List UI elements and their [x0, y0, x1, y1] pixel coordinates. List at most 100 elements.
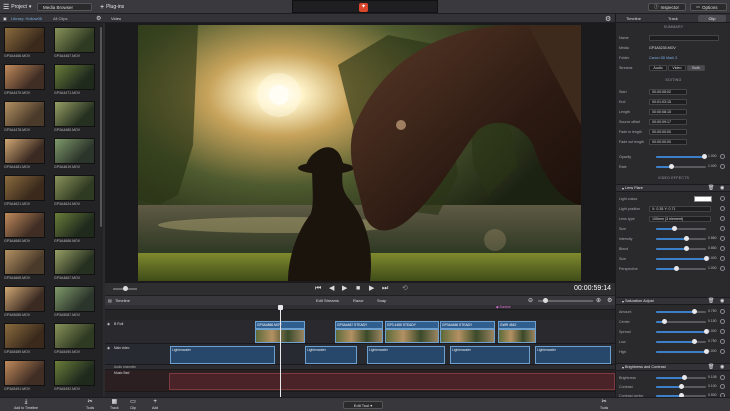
timecode-field[interactable]: 00:00:09:17: [649, 118, 687, 125]
clip-item[interactable]: GP3A4667.MOV: [54, 249, 95, 280]
saturation-row-slider[interactable]: [656, 349, 709, 354]
timeline-clip[interactable]: Lightenwater: [367, 346, 445, 364]
saturation-row-slider[interactable]: [656, 339, 706, 344]
brightness-row-slider[interactable]: [656, 384, 706, 389]
viewer-settings-icon[interactable]: ⚙: [605, 15, 611, 23]
clip-item[interactable]: GP3A4466.MOV: [4, 27, 45, 58]
trash-icon[interactable]: 🗑: [708, 185, 714, 191]
clip-item[interactable]: GP3A5087.MOV: [54, 286, 95, 317]
timeline-clip[interactable]: Lightenwater: [170, 346, 275, 364]
project-button[interactable]: ☰ Project ▾: [3, 2, 31, 12]
saturation-row-slider[interactable]: [656, 329, 709, 334]
library-path[interactable]: Library: Hollow08: [11, 16, 42, 21]
eye-icon[interactable]: ◉: [107, 322, 110, 326]
trash-icon[interactable]: 🗑: [708, 298, 714, 304]
plugins-button[interactable]: + Plug-ins: [100, 2, 124, 12]
stream-option[interactable]: Audio: [649, 64, 667, 71]
track-button[interactable]: ▦ Track: [110, 399, 119, 410]
add-to-timeline-button[interactable]: ⤓ Add to Timeline: [14, 399, 38, 410]
go-to-end-icon[interactable]: ⏭: [382, 285, 388, 293]
clip-item[interactable]: GP3A4624.MOV: [54, 175, 95, 206]
timeline-zoom-slider[interactable]: [538, 298, 593, 303]
zoom-in-icon[interactable]: ⊕: [596, 297, 601, 304]
clip-item[interactable]: GP3A5490.MOV: [54, 323, 95, 354]
saturation-section[interactable]: ▾ Saturation Adjust 🗑 ◉: [616, 297, 730, 305]
lens-slider-row-slider[interactable]: [656, 256, 709, 261]
clip-item[interactable]: GP3A4619.MOV: [54, 138, 95, 169]
lens-slider-row-slider[interactable]: [656, 226, 706, 231]
timeline-clip[interactable]: Lightenwater: [535, 346, 611, 364]
loop-icon[interactable]: ⟲: [402, 285, 408, 293]
zoom-out-icon[interactable]: ⊖: [528, 297, 533, 304]
opacity-row-slider[interactable]: [656, 154, 707, 159]
tools-button[interactable]: ✂ Tools: [86, 399, 94, 410]
lens-slider-row-slider[interactable]: [656, 236, 706, 241]
razor-button[interactable]: Razor: [353, 298, 364, 303]
go-to-start-icon[interactable]: ⏮: [315, 285, 321, 293]
timecode-field[interactable]: 00:01:03:15: [649, 98, 687, 105]
clip-item[interactable]: GP3A4621.MOV: [4, 175, 45, 206]
lens-flare-section[interactable]: ▾ Lens Flare 🗑 ◉: [616, 184, 730, 192]
options-button[interactable]: ⚏ Options: [690, 3, 727, 11]
add-button[interactable]: + Add: [152, 399, 158, 410]
lens-slider-row-slider[interactable]: [656, 266, 706, 271]
clip-item[interactable]: GP3A4478.MOV: [4, 101, 45, 132]
stream-option[interactable]: Both: [687, 64, 705, 71]
stream-option[interactable]: Video: [668, 64, 686, 71]
tools-button-right[interactable]: ✂ Tools: [600, 399, 608, 410]
tab-track[interactable]: Track: [668, 16, 678, 21]
keyframe-icon[interactable]: [720, 309, 725, 314]
timeline-clip[interactable]: GWR 4542: [498, 321, 536, 329]
saturation-row-slider[interactable]: [656, 319, 706, 324]
timeline-clip[interactable]: GP3 4455 STEADY: [385, 321, 439, 329]
timecode-field[interactable]: 00:00:00:00: [649, 138, 687, 145]
clip-item[interactable]: GP3A4481.MOV: [4, 138, 45, 169]
brightness-row-slider[interactable]: [656, 375, 706, 380]
snap-button[interactable]: Snap: [377, 298, 386, 303]
playhead-handle[interactable]: [278, 305, 283, 310]
inspector-button[interactable]: ⓘ Inspector: [648, 3, 686, 11]
edit-streams-button[interactable]: Edit Streams: [316, 298, 339, 303]
clip-button[interactable]: ▭ Clip: [130, 399, 136, 410]
trash-icon[interactable]: 🗑: [708, 364, 714, 370]
keyframe-icon[interactable]: [720, 329, 725, 334]
keyframe-icon[interactable]: [720, 375, 725, 380]
eye-icon[interactable]: ◉: [107, 346, 110, 350]
keyframe-icon[interactable]: [720, 196, 725, 201]
lens-slider-row-slider[interactable]: [656, 246, 706, 251]
lens-field[interactable]: X: 0.35 Y: 0.71: [649, 205, 711, 212]
clip-item[interactable]: GP3A4467.MOV: [54, 27, 95, 58]
all-clips-breadcrumb[interactable]: All Clips: [53, 16, 67, 21]
keyframe-icon[interactable]: [720, 206, 725, 211]
keyframe-icon[interactable]: [720, 236, 725, 241]
browser-scrollbar[interactable]: [100, 27, 102, 227]
playhead[interactable]: [280, 305, 281, 397]
clip-item[interactable]: GP3A4470.MOV: [4, 64, 45, 95]
keyframe-icon[interactable]: [720, 226, 725, 231]
clip-item[interactable]: GP3A4471.MOV: [54, 64, 95, 95]
timecode-field[interactable]: 00:00:05:02: [649, 88, 687, 95]
clip-item[interactable]: GP3A5492.MOV: [54, 360, 95, 391]
timeline-clip[interactable]: GP3A4466 STEADY: [440, 321, 495, 329]
keyframe-icon[interactable]: [720, 339, 725, 344]
clip-item[interactable]: GP3A4665.MOV: [4, 249, 45, 280]
timecode-field[interactable]: 00:00:08:15: [649, 108, 687, 115]
clip-item[interactable]: GP3A4480.MOV: [54, 101, 95, 132]
brightness-section[interactable]: ▾ Brightness and Contrast 🗑 ◉: [616, 363, 730, 371]
tab-clip[interactable]: Clip: [698, 15, 726, 22]
audio-waveform[interactable]: [169, 373, 615, 390]
marker-sunrise[interactable]: ◆ Sunrise: [496, 305, 511, 309]
stop-icon[interactable]: ■: [356, 285, 360, 293]
timeline-clip[interactable]: GP3A4487 STEADY: [335, 321, 383, 329]
edit-tool-button[interactable]: Edit Tool ▾: [343, 401, 383, 409]
rate-row-slider[interactable]: [656, 164, 706, 169]
timeline-settings-icon[interactable]: ⚙: [607, 297, 612, 304]
keyframe-icon[interactable]: [720, 256, 725, 261]
time-ruler[interactable]: [105, 305, 615, 310]
timeline-clip[interactable]: Lightenwater: [450, 346, 530, 364]
media-browser-button[interactable]: Media Browser: [37, 3, 92, 11]
step-back-icon[interactable]: ◀: [329, 285, 334, 293]
zoom-slider[interactable]: [113, 286, 137, 291]
visibility-icon[interactable]: ◉: [720, 298, 724, 304]
clip-item[interactable]: GP3A5489.MOV: [4, 323, 45, 354]
